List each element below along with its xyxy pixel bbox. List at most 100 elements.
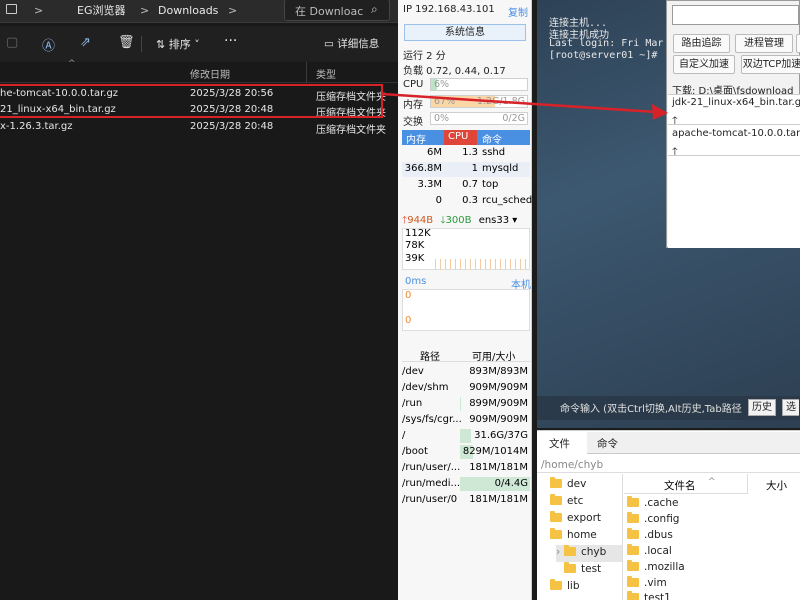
process-row[interactable]: 0 0.3 rcu_sched [402, 194, 533, 209]
file-col-name: 文件名 [664, 480, 696, 492]
rename-icon[interactable]: Ⓐ [42, 35, 55, 54]
file-list-header: ^ 修改日期 类型 [0, 59, 398, 83]
file-col-size[interactable]: 大小 [766, 478, 787, 493]
process-row[interactable]: 366.8M 1 mysqld [402, 162, 530, 177]
disk-row[interactable]: /run/medi... 0/4.4G [402, 476, 530, 492]
proc-col-cmd[interactable]: 命令 [482, 131, 502, 146]
more-options-icon[interactable]: ··· [224, 33, 237, 49]
disk-row[interactable]: /run 899M/909M [402, 396, 530, 412]
proc-col-mem[interactable]: 内存 [406, 131, 426, 146]
disk-size: 899M/909M [469, 398, 528, 409]
process-row[interactable]: 6M 1.3 sshd [402, 146, 530, 161]
upload-rate: 944B [407, 215, 434, 226]
breadcrumb-eg-browser[interactable]: EG浏览器 [77, 0, 125, 22]
cpu-usage-value: 6% [434, 79, 450, 90]
column-modified[interactable]: 修改日期 [190, 66, 230, 81]
disk-col-size[interactable]: 可用/大小 [472, 348, 515, 363]
folder-icon [627, 512, 639, 523]
disk-path: / [402, 430, 406, 441]
file-item[interactable]: test1 [627, 591, 671, 600]
tool-text-input[interactable] [672, 5, 799, 25]
custom-accel-button[interactable]: 自定义加速 [673, 55, 735, 74]
folder-icon [550, 511, 562, 522]
file-item[interactable]: .cache [627, 496, 679, 509]
disk-row[interactable]: /dev 893M/893M [402, 364, 530, 380]
system-info-button[interactable]: 系统信息 [404, 24, 526, 41]
uptime-text: 运行 2 分 [403, 51, 446, 62]
paste-icon[interactable]: ▢ [6, 35, 18, 50]
process-table-header: 内存 CPU 命令 [402, 130, 530, 146]
process-row[interactable]: 3.3M 0.7 top [402, 178, 530, 193]
latency-graph: 0 0 [402, 289, 530, 331]
disk-path: /run/user/0 [402, 494, 458, 505]
disk-row[interactable]: /run/user/... 181M/181M [402, 460, 530, 476]
options-button[interactable]: 选 [782, 399, 799, 416]
details-pane-button[interactable]: ▭ 详细信息 [324, 36, 379, 51]
details-label: 详细信息 [337, 38, 380, 50]
file-row-nginx[interactable]: x-1.26.3.tar.gz 2025/3/28 20:48 压缩存档文件夹 [0, 120, 398, 136]
tree-item-lib[interactable]: lib [550, 579, 580, 592]
address-bar[interactable]: > EG浏览器 > Downloads > 在 Downloac ⌕ [0, 0, 398, 23]
breadcrumb-downloads[interactable]: Downloads [158, 0, 218, 22]
disk-size: 31.6G/37G [474, 430, 528, 441]
file-item[interactable]: .config [627, 512, 680, 525]
latency-graph-marker: 0 [405, 290, 412, 301]
sort-button[interactable]: ⇅ 排序 ˅ [156, 36, 200, 52]
tree-item-etc[interactable]: etc [550, 494, 583, 507]
disk-row[interactable]: /run/user/0 181M/181M [402, 492, 530, 508]
sort-up-icon: ^ [708, 477, 716, 487]
file-item-name: .cache [644, 497, 679, 509]
chevron-right-icon: > [140, 4, 150, 17]
file-item[interactable]: .local [627, 544, 672, 557]
tree-item-test[interactable]: test [564, 562, 601, 575]
file-name: x-1.26.3.tar.gz [0, 121, 73, 132]
file-item[interactable]: .dbus [627, 528, 673, 541]
proc-cmd: rcu_sched [482, 195, 533, 206]
proc-mem: 3.3M [417, 179, 442, 190]
search-input[interactable]: 在 Downloac ⌕ [284, 0, 390, 21]
file-col-name-header[interactable]: 文件名 ^ [624, 474, 748, 494]
download-item-name[interactable]: apache-tomcat-10.0.0.tar.gz [672, 128, 800, 139]
file-item[interactable]: .mozilla [627, 560, 685, 573]
network-interface-select[interactable]: ens33 ▾ [479, 215, 518, 226]
tab-commands[interactable]: 命令 [597, 436, 618, 451]
disk-size: 181M/181M [469, 494, 528, 505]
tree-item-dev[interactable]: dev [550, 477, 586, 490]
disk-row[interactable]: / 31.6G/37G [402, 428, 530, 444]
tree-item-home[interactable]: home [550, 528, 597, 541]
disk-row[interactable]: /dev/shm 909M/909M [402, 380, 530, 396]
file-item-name: .local [644, 545, 672, 557]
terminal-line: Last login: Fri Mar 28 [549, 38, 682, 49]
disk-table-header: 路径 可用/大小 [402, 346, 530, 363]
share-icon[interactable]: ⇗ [80, 35, 91, 50]
history-button[interactable]: 历史 [748, 399, 776, 416]
copy-ip-button[interactable]: 复制 [508, 4, 528, 19]
disk-row[interactable]: /sys/fs/cgr... 909M/909M [402, 412, 530, 428]
ip-address: IP 192.168.43.101 [403, 4, 495, 15]
column-type[interactable]: 类型 [316, 66, 336, 81]
tool-extra-button[interactable] [796, 34, 800, 53]
disk-col-path[interactable]: 路径 [420, 348, 440, 363]
chevron-right-icon[interactable]: › [556, 546, 560, 558]
disk-row[interactable]: /boot 829M/1014M [402, 444, 530, 460]
download-item-name[interactable]: jdk-21_linux-x64_bin.tar.gz [672, 97, 800, 108]
delete-icon[interactable]: 🗑 [118, 35, 135, 50]
network-graph: 112K 78K 39K [402, 228, 530, 270]
disk-path: /run/user/... [402, 462, 461, 473]
tcp-accel-button[interactable]: 双边TCP加速 [741, 55, 800, 74]
tree-item-label: chyb [581, 546, 607, 558]
file-item-name: .config [644, 513, 680, 525]
proc-col-cpu-active[interactable]: CPU [444, 130, 477, 145]
current-path[interactable]: /home/chyb [541, 459, 603, 471]
download-rate: 300B [445, 215, 472, 226]
process-manage-button[interactable]: 进程管理 [735, 34, 793, 53]
disk-path: /dev/shm [402, 382, 449, 393]
tab-files-active[interactable]: 文件 [537, 432, 587, 454]
disk-path: /boot [402, 446, 428, 457]
tree-item-chyb[interactable]: chyb [564, 545, 607, 558]
tree-item-export[interactable]: export [550, 511, 601, 524]
disk-size: 829M/1014M [462, 446, 528, 457]
file-item[interactable]: .vim [627, 576, 667, 589]
route-trace-button[interactable]: 路由追踪 [673, 34, 730, 53]
sort-label: 排序 [168, 38, 191, 51]
